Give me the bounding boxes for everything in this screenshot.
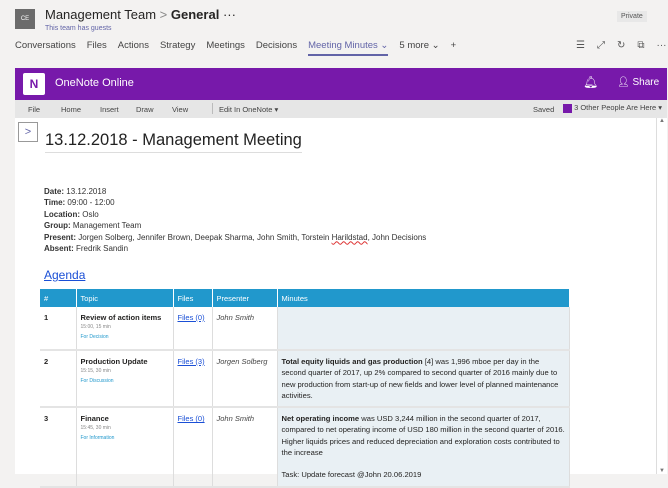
table-row: 2 Production Update 15:15, 30 min For Disc… — [40, 350, 570, 409]
share-label: Share — [632, 77, 660, 88]
people-here-button[interactable]: 3 Other People Are Here ▾ — [563, 103, 662, 113]
topic-category: For Discussion — [80, 378, 114, 385]
table-header: # Topic Files Presenter Minutes — [40, 289, 570, 307]
col-number: # — [40, 289, 77, 307]
col-files: Files — [173, 289, 213, 307]
menu-insert[interactable]: Insert — [100, 105, 119, 114]
row-number: 2 — [40, 350, 77, 409]
menu-home[interactable]: Home — [61, 105, 81, 114]
tab-conversations[interactable]: Conversations — [15, 40, 76, 56]
row-topic: Finance 15:45, 30 min For Information — [76, 407, 174, 488]
page-title[interactable]: 13.12.2018 - Management Meeting — [45, 131, 302, 153]
breadcrumb: Management Team > General ··· — [45, 7, 236, 22]
team-name[interactable]: Management Team — [45, 7, 156, 22]
expand-navigation-button[interactable]: > — [18, 122, 38, 142]
table-row: 1 Review of action items 15:00, 15 min For… — [40, 307, 570, 351]
row-topic: Review of action items 15:00, 15 min For D… — [76, 307, 174, 351]
scroll-down-icon[interactable]: ▼ — [657, 468, 667, 474]
bell-icon[interactable]: 🔔︎ — [583, 75, 598, 89]
scroll-up-icon[interactable]: ▲ — [657, 118, 667, 124]
more-icon[interactable]: ··· — [657, 40, 667, 51]
row-files: Files (0) — [173, 407, 213, 488]
channel-tabs: Conversations Files Actions Strategy Mee… — [15, 40, 456, 56]
topic-title: Review of action items — [80, 313, 162, 322]
onenote-header: N OneNote Online 🔔︎ 👤︎ Share — [15, 68, 667, 100]
meta-absent: Absent: Fredrik Sandin — [44, 244, 129, 254]
expand-icon[interactable]: ⤢ — [597, 40, 605, 51]
add-tab-button[interactable]: + — [451, 40, 457, 56]
more-options-button[interactable]: ··· — [223, 7, 236, 22]
topic-time: 15:00, 15 min — [80, 324, 111, 331]
refresh-icon[interactable]: ↻ — [617, 40, 625, 51]
menu-edit-in-onenote[interactable]: Edit In OneNote ▾ — [212, 103, 278, 114]
topic-title: Production Update — [80, 357, 148, 366]
menu-view[interactable]: View — [172, 105, 188, 114]
people-label: 3 Other People Are Here ▾ — [574, 103, 663, 112]
col-presenter: Presenter — [212, 289, 278, 307]
tab-strategy[interactable]: Strategy — [160, 40, 195, 56]
row-presenter: Jorgen Solberg — [212, 350, 278, 409]
row-number: 3 — [40, 407, 77, 488]
agenda-link[interactable]: Agenda — [44, 268, 85, 282]
row-presenter: John Smith — [212, 407, 278, 488]
row-presenter: John Smith — [212, 307, 278, 351]
tab-actions-bar: ☰ ⤢ ↻ ⧉ ··· — [576, 40, 667, 51]
guests-notice: This team has guests — [45, 25, 112, 32]
person-icon: 👤︎ — [617, 77, 630, 88]
col-topic: Topic — [76, 289, 174, 307]
task-item[interactable]: Task: Update forecast @John 20.06.2019 — [282, 469, 566, 480]
app-title[interactable]: OneNote Online — [55, 77, 134, 89]
people-icon — [563, 103, 572, 113]
ribbon-menu: File Home Insert Draw View Edit In OneNo… — [15, 100, 667, 118]
row-number: 1 — [40, 307, 77, 351]
menu-file[interactable]: File — [28, 105, 40, 114]
meeting-details: Date: 13.12.2018 Time: 09:00 - 12:00 Loc… — [44, 186, 426, 254]
onenote-logo-icon: N — [23, 73, 45, 95]
row-topic: Production Update 15:15, 30 min For Discus… — [76, 350, 174, 409]
tab-files[interactable]: Files — [87, 40, 107, 56]
tab-actions[interactable]: Actions — [118, 40, 149, 56]
files-link[interactable]: Files (3) — [178, 357, 205, 366]
meta-date: Date: 13.12.2018 — [44, 187, 107, 196]
topic-title: Finance — [80, 414, 109, 424]
meta-time: Time: 09:00 - 12:00 — [44, 198, 115, 208]
meta-location: Location: Oslo — [44, 209, 99, 219]
files-link[interactable]: Files (0) — [178, 313, 205, 322]
row-minutes[interactable]: Net operating income was USD 3,244 milli… — [277, 407, 570, 488]
team-avatar[interactable]: CE — [15, 9, 35, 29]
private-badge[interactable]: Private — [617, 11, 647, 22]
share-button[interactable]: 👤︎ Share — [617, 77, 659, 88]
row-files: Files (0) — [173, 307, 213, 351]
col-minutes: Minutes — [277, 289, 570, 307]
row-files: Files (3) — [173, 350, 213, 409]
row-minutes[interactable] — [277, 307, 570, 351]
conversation-icon[interactable]: ☰ — [576, 40, 585, 51]
topic-category: For Information — [80, 435, 115, 442]
scrollbar[interactable]: ▲ ▼ — [656, 118, 667, 474]
meta-present: Present: Jorgen Solberg, Jennifer Brown,… — [44, 232, 427, 242]
tab-more[interactable]: 5 more ⌄ — [399, 40, 439, 56]
tab-decisions[interactable]: Decisions — [256, 40, 297, 56]
row-minutes[interactable]: Total equity liquids and gas production … — [277, 350, 570, 409]
table-row: 3 Finance 15:45, 30 min For Information Fi… — [40, 407, 570, 488]
channel-name: General — [170, 7, 220, 22]
agenda-table: # Topic Files Presenter Minutes 1 Review… — [40, 289, 570, 488]
meta-group: Group: Management Team — [44, 221, 142, 231]
tab-meeting-minutes[interactable]: Meeting Minutes ⌄ — [308, 40, 389, 56]
files-link[interactable]: Files (0) — [178, 414, 205, 423]
open-external-icon[interactable]: ⧉ — [637, 40, 644, 51]
saved-status: Saved — [533, 105, 555, 114]
topic-time: 15:45, 30 min — [80, 425, 111, 432]
topic-category: For Decision — [80, 334, 109, 341]
topic-time: 15:15, 30 min — [80, 368, 111, 375]
menu-draw[interactable]: Draw — [136, 105, 154, 114]
tab-meetings[interactable]: Meetings — [206, 40, 245, 56]
breadcrumb-separator: > — [159, 7, 168, 22]
